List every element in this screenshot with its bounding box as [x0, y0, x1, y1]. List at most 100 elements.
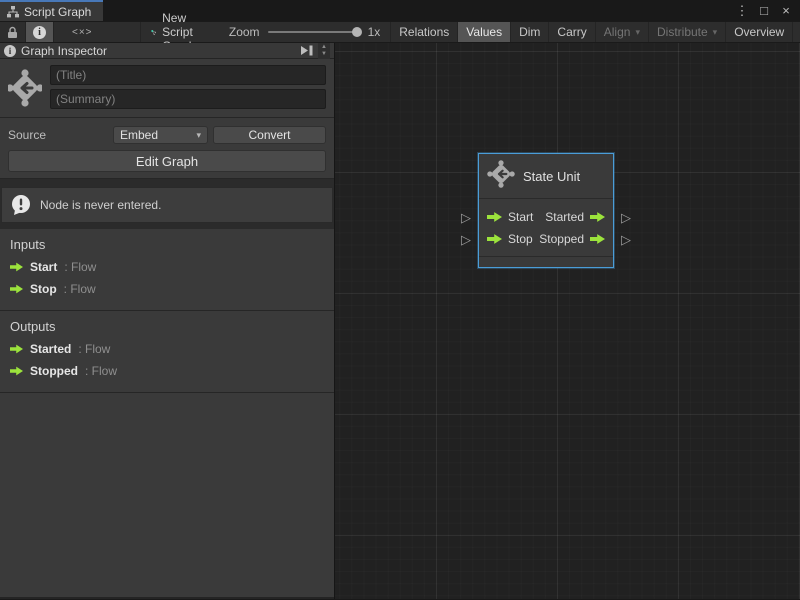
- inspector-toggle-button[interactable]: i: [26, 22, 54, 42]
- chevron-down-icon: ▾: [635, 27, 640, 38]
- port-row-start: Start : Flow: [10, 260, 326, 274]
- node-port-row: Start Started: [487, 206, 605, 228]
- flow-arrow-icon: [487, 212, 502, 223]
- zoom-value: 1x: [368, 25, 381, 39]
- tab-script-graph[interactable]: Script Graph: [0, 0, 103, 21]
- toolbar-button-align[interactable]: Align ▾: [596, 22, 649, 42]
- close-icon[interactable]: ×: [778, 3, 794, 18]
- zoom-slider-handle[interactable]: [352, 27, 362, 37]
- ghost-port-icon[interactable]: ▷: [621, 233, 631, 246]
- graph-summary-input[interactable]: [50, 89, 326, 109]
- port-type: : Flow: [85, 364, 117, 378]
- zoom-control: Zoom 1x: [213, 22, 390, 42]
- button-label: Dim: [519, 25, 540, 39]
- port-name: Start: [30, 260, 57, 274]
- button-label: Relations: [399, 25, 449, 39]
- outputs-title: Outputs: [10, 319, 326, 334]
- node-footer: [479, 256, 613, 267]
- zoom-slider[interactable]: [268, 31, 360, 33]
- state-unit-node[interactable]: State Unit Start Started: [478, 153, 614, 268]
- input-port-stop[interactable]: Stop: [487, 232, 533, 246]
- port-row-stop: Stop : Flow: [10, 282, 326, 296]
- dock-icon[interactable]: [300, 45, 313, 56]
- inputs-section: Inputs Start : Flow Stop : Flow: [0, 229, 334, 311]
- graph-inspector-panel: i Graph Inspector ▲ ▼: [0, 43, 335, 599]
- flow-arrow-icon: [10, 262, 23, 272]
- lock-icon: [7, 26, 18, 39]
- flow-arrow-icon: [590, 212, 605, 223]
- port-type: : Flow: [64, 282, 96, 296]
- port-label: Started: [545, 210, 584, 224]
- tab-bar: Script Graph ⋮ □ ×: [0, 0, 800, 21]
- ghost-port-icon[interactable]: ▷: [621, 211, 631, 224]
- toolbar-button-relations[interactable]: Relations: [390, 22, 458, 42]
- input-port-start[interactable]: Start: [487, 210, 533, 224]
- code-view-button[interactable]: <×>: [54, 22, 111, 42]
- port-type: : Flow: [78, 342, 110, 356]
- flow-arrow-icon: [10, 344, 23, 354]
- info-icon: i: [33, 26, 46, 39]
- edit-graph-button[interactable]: Edit Graph: [8, 150, 326, 172]
- convert-button[interactable]: Convert: [213, 126, 326, 144]
- graph-meta-section: [0, 59, 334, 118]
- ghost-port-icon[interactable]: ▷: [461, 211, 471, 224]
- toolbar-button-distribute[interactable]: Distribute ▾: [649, 22, 726, 42]
- chevron-down-icon: ▾: [713, 27, 718, 38]
- state-machine-icon: [487, 160, 515, 193]
- port-label: Start: [508, 210, 533, 224]
- warning-text: Node is never entered.: [40, 198, 161, 212]
- graph-canvas[interactable]: State Unit Start Started: [335, 43, 800, 599]
- toolbar-button-values[interactable]: Values: [458, 22, 511, 42]
- button-label: Overview: [734, 25, 784, 39]
- convert-label: Convert: [248, 128, 290, 142]
- node-port-row: Stop Stopped: [487, 228, 605, 250]
- toolbar-button-overview[interactable]: Overview: [726, 22, 793, 42]
- chevron-down-icon: ▾: [196, 130, 201, 141]
- panel-scrollbar[interactable]: ▲ ▼: [318, 43, 330, 59]
- toolbar-button-carry[interactable]: Carry: [549, 22, 595, 42]
- flow-arrow-icon: [10, 284, 23, 294]
- edit-graph-label: Edit Graph: [136, 154, 198, 169]
- output-port-stopped[interactable]: Stopped: [539, 232, 605, 246]
- warning-box: Node is never entered.: [1, 187, 333, 223]
- output-port-started[interactable]: Started: [545, 210, 605, 224]
- outputs-section: Outputs Started : Flow Stopped : Flow: [0, 311, 334, 393]
- new-script-graph-button[interactable]: New Script Graph: [141, 22, 213, 42]
- ghost-port-icon[interactable]: ▷: [461, 233, 471, 246]
- info-icon: i: [4, 45, 16, 57]
- code-icon: <×>: [72, 27, 93, 38]
- port-row-stopped: Stopped : Flow: [10, 364, 326, 378]
- inputs-title: Inputs: [10, 237, 326, 252]
- toolbar-button-full-screen[interactable]: Full Screen: [793, 22, 800, 42]
- graph-source-section: Source Embed ▾ Convert Edit Graph: [0, 118, 334, 179]
- flow-arrow-icon: [487, 234, 502, 245]
- scroll-down-icon[interactable]: ▼: [321, 51, 327, 58]
- zoom-label: Zoom: [229, 25, 260, 39]
- state-unit-node-header[interactable]: State Unit: [479, 154, 613, 199]
- port-label: Stopped: [539, 232, 584, 246]
- menu-icon[interactable]: ⋮: [734, 3, 750, 19]
- graph-title-input[interactable]: [50, 65, 326, 85]
- toolbar-button-dim[interactable]: Dim: [511, 22, 549, 42]
- graph-nodes-icon: [151, 26, 157, 39]
- script-graph-window: Script Graph ⋮ □ × i <×>: [0, 0, 800, 600]
- source-value: Embed: [120, 128, 158, 142]
- state-machine-icon: [8, 68, 42, 111]
- graph-toolbar: i <×> New Script Graph Zoom 1x Relations: [0, 21, 800, 43]
- source-dropdown[interactable]: Embed ▾: [113, 126, 208, 144]
- port-name: Started: [30, 342, 71, 356]
- node-title: State Unit: [523, 169, 580, 184]
- port-type: : Flow: [64, 260, 96, 274]
- scroll-up-icon[interactable]: ▲: [321, 44, 327, 51]
- flow-arrow-icon: [590, 234, 605, 245]
- maximize-icon[interactable]: □: [756, 3, 772, 18]
- button-label: Carry: [557, 25, 586, 39]
- source-label: Source: [8, 128, 108, 142]
- button-label: Distribute: [657, 25, 708, 39]
- button-label: Align: [604, 25, 631, 39]
- lock-button[interactable]: [0, 22, 26, 42]
- port-name: Stopped: [30, 364, 78, 378]
- port-label: Stop: [508, 232, 533, 246]
- warning-bubble-icon: [10, 194, 32, 216]
- flow-arrow-icon: [10, 366, 23, 376]
